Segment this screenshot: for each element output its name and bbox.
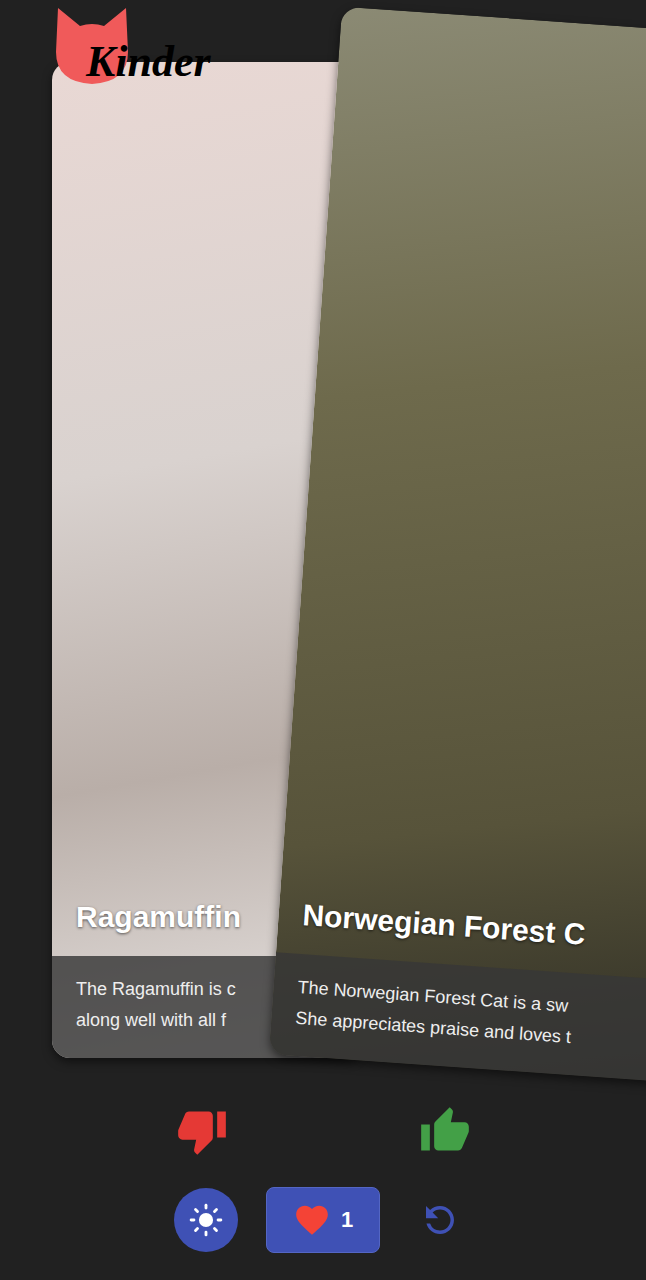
swipe-actions: [0, 1095, 646, 1167]
sun-icon: [189, 1203, 223, 1237]
reload-button[interactable]: [408, 1188, 472, 1252]
kinder-screen: RagamuffinThe Ragamuffin is calong well …: [0, 0, 646, 1280]
theme-toggle-button[interactable]: [174, 1188, 238, 1252]
logo-text: Kinder: [86, 36, 211, 87]
thumbs-down-icon: [176, 1105, 228, 1157]
thumbs-up-icon: [419, 1105, 471, 1157]
favorites-count: 1: [341, 1207, 353, 1233]
card-stack: RagamuffinThe Ragamuffin is calong well …: [0, 0, 646, 1095]
bottom-toolbar: 1: [0, 1167, 646, 1253]
reload-icon: [419, 1199, 461, 1241]
heart-icon: [293, 1201, 331, 1239]
app-logo: Kinder: [52, 0, 211, 87]
like-button[interactable]: [415, 1101, 475, 1161]
dislike-button[interactable]: [172, 1101, 232, 1161]
favorites-button[interactable]: 1: [266, 1187, 380, 1253]
